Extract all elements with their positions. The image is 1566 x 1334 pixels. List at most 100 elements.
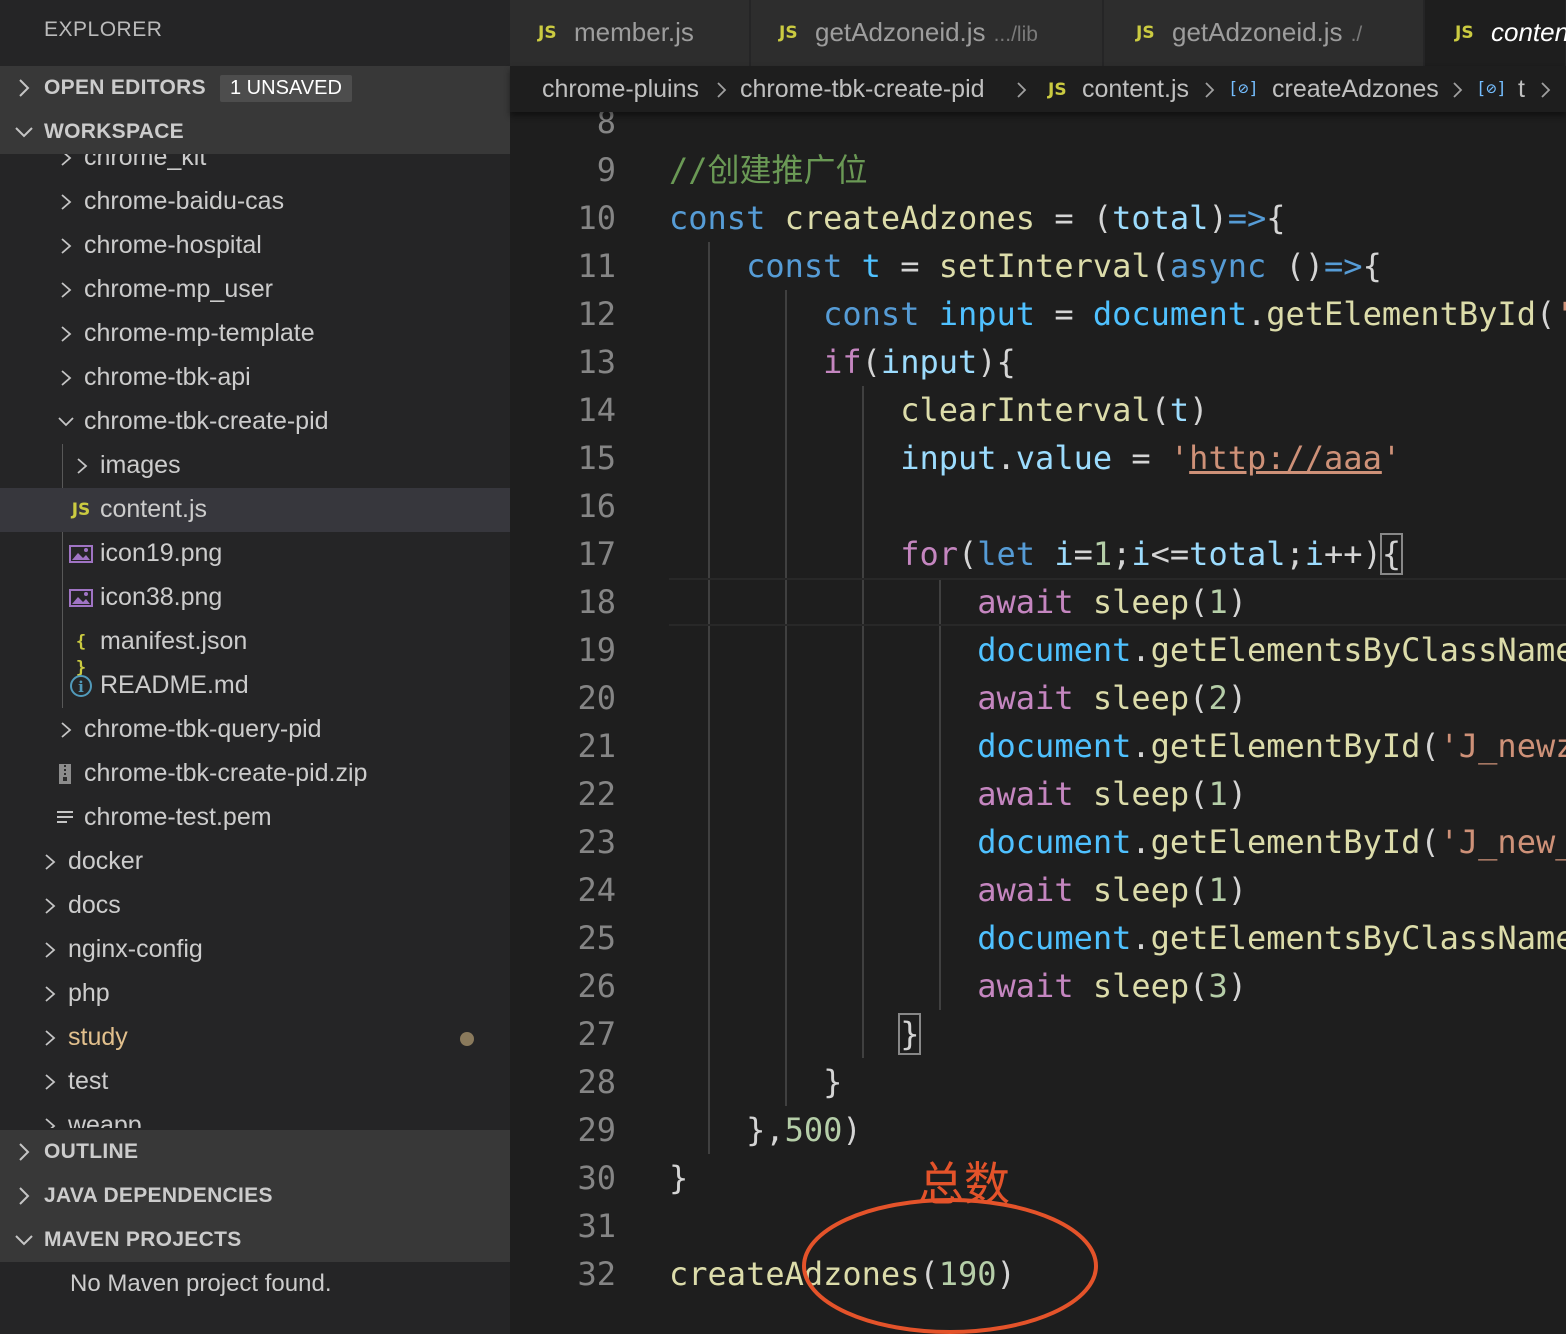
tree-file-manifest-json[interactable]: { } manifest.json (0, 620, 510, 678)
code-line[interactable]: const t = setInterval(async ()=>{ (669, 242, 1382, 290)
code-line[interactable]: document.getElementById('J_newz (669, 722, 1566, 770)
code-line[interactable]: document.getElementsByClassName (669, 914, 1566, 962)
code-line[interactable]: await sleep(3) (669, 962, 1247, 1010)
code-line[interactable]: await sleep(1) (669, 866, 1247, 914)
tree-file-readme-md[interactable]: i README.md (0, 664, 510, 708)
maven-projects-section-header[interactable]: MAVEN PROJECTS (0, 1218, 510, 1262)
code-line[interactable]: const createAdzones = (total)=>{ (669, 194, 1286, 242)
tree-folder-chrome-mp-template[interactable]: chrome-mp-template (0, 312, 510, 356)
code-token: ) (1227, 967, 1247, 1005)
tree-file-icon19-png[interactable]: icon19.png (0, 532, 510, 576)
tree-file-icon38-png[interactable]: icon38.png (0, 576, 510, 620)
code-token: ( (1189, 775, 1209, 813)
code-token: 1 (1092, 535, 1113, 573)
symbol-variable-icon: [⊘] (1476, 79, 1507, 99)
tree-folder-chrome-mp-user[interactable]: chrome-mp_user (0, 268, 510, 312)
code-token: ; (1285, 535, 1305, 573)
code-line[interactable]: await sleep(1) (669, 578, 1247, 626)
code-token: getElementById (1150, 823, 1421, 861)
code-line[interactable]: },500) (669, 1106, 862, 1154)
tab-getadzoneid-local[interactable]: JS getAdzoneid.js ./ (1104, 0, 1424, 66)
line-number: 22 (577, 775, 616, 813)
tree-folder-php[interactable]: php (0, 972, 510, 1016)
tree-folder-chrome-tbk-create-pid[interactable]: chrome-tbk-create-pid (0, 400, 510, 444)
code-token: 2 (1208, 679, 1228, 717)
breadcrumb-item[interactable]: chrome-tbk-create-pid (740, 75, 985, 104)
tree-folder-chrome-baidu-cas[interactable]: chrome-baidu-cas (0, 180, 510, 224)
line-number: 29 (577, 1111, 616, 1149)
tab-member-js[interactable]: JS member.js (510, 0, 750, 66)
tree-folder-chrome-hospital[interactable]: chrome-hospital (0, 224, 510, 268)
tree-item-label: icon38.png (100, 583, 223, 611)
line-number: 10 (577, 199, 616, 237)
code-line[interactable]: } (669, 1010, 922, 1058)
line-number: 16 (577, 487, 616, 525)
breadcrumb-item[interactable]: t (1518, 75, 1525, 104)
chevron-right-icon (45, 986, 56, 1002)
code-line[interactable]: const input = document.getElementById(' (669, 290, 1566, 338)
chevron-right-icon (77, 458, 88, 474)
code-token: ) (1227, 679, 1247, 717)
tab-content-js[interactable]: JS content.js (1425, 0, 1566, 66)
zip-file-icon (52, 761, 78, 787)
workspace-label: WORKSPACE (44, 120, 184, 143)
tree-item-label: chrome_kit (84, 154, 207, 171)
code-line[interactable]: for(let i=1;i<=total;i++){ (669, 530, 1404, 578)
code-token: ( (957, 535, 978, 573)
tree-file-chrome-test-pem[interactable]: chrome-test.pem (0, 796, 510, 840)
maven-projects-label: MAVEN PROJECTS (44, 1228, 242, 1251)
code-line[interactable]: if(input){ (669, 338, 1016, 386)
code-token: 1 (1208, 871, 1228, 909)
tree-file-chrome-tbk-create-pid-zip[interactable]: chrome-tbk-create-pid.zip (0, 752, 510, 796)
tab-getadzoneid-lib[interactable]: JS getAdzoneid.js .../lib (751, 0, 1103, 66)
code-line[interactable]: document.getElementsByClassName (669, 626, 1566, 674)
tree-item-label: chrome-baidu-cas (84, 187, 285, 215)
breadcrumb-item[interactable]: content.js (1082, 75, 1189, 104)
workspace-section-header[interactable]: WORKSPACE (0, 110, 510, 154)
tree-folder-test[interactable]: test (0, 1060, 510, 1104)
java-dependencies-section-header[interactable]: JAVA DEPENDENCIES (0, 1174, 510, 1218)
code-token: 1 (1208, 775, 1228, 813)
tree-file-content-js[interactable]: JS content.js (0, 488, 510, 532)
chevron-right-icon (45, 854, 56, 870)
tree-folder-nginx-config[interactable]: nginx-config (0, 928, 510, 972)
code-line[interactable]: await sleep(2) (669, 674, 1247, 722)
open-editors-section-header[interactable]: OPEN EDITORS 1 UNSAVED (0, 66, 510, 110)
code-token: ) (1208, 199, 1228, 237)
code-line[interactable]: document.getElementById('J_new_ (669, 818, 1566, 866)
code-token: await (977, 871, 1093, 909)
tree-folder-docs[interactable]: docs (0, 884, 510, 928)
code-token: const (669, 199, 785, 237)
breadcrumb-item[interactable]: createAdzones (1272, 75, 1439, 104)
code-line[interactable]: await sleep(1) (669, 770, 1247, 818)
code-token: getElementsByClassName (1150, 919, 1566, 957)
tree-folder-weapp[interactable]: weapp (0, 1104, 510, 1128)
tree-folder-study[interactable]: study (0, 1016, 510, 1060)
tree-folder-chrome-kit[interactable]: chrome_kit (0, 154, 510, 180)
code-line[interactable]: } (669, 1058, 842, 1106)
annotation-ellipse (802, 1198, 1098, 1334)
tree-folder-chrome-tbk-query-pid[interactable]: chrome-tbk-query-pid (0, 708, 510, 752)
tree-folder-images[interactable]: images (0, 444, 510, 488)
code-editor[interactable]: 8 9//创建推广位 10 const createAdzones = (total)… (510, 112, 1566, 1334)
line-number: 24 (577, 871, 616, 909)
code-token: http://aaa (1189, 439, 1382, 477)
code-line[interactable]: //创建推广位 (669, 146, 868, 194)
code-token: ) (1189, 391, 1209, 429)
tree-folder-chrome-tbk-api[interactable]: chrome-tbk-api (0, 356, 510, 400)
breadcrumb-item[interactable]: chrome-pluins (542, 75, 699, 104)
line-number: 25 (577, 919, 616, 957)
code-line[interactable]: } (669, 1154, 688, 1202)
java-dependencies-label: JAVA DEPENDENCIES (44, 1184, 273, 1207)
tree-folder-docker[interactable]: docker (0, 840, 510, 884)
code-line[interactable]: clearInterval(t) (669, 386, 1208, 434)
code-line[interactable]: input.value = 'http://aaa' (669, 434, 1401, 482)
code-token: total (1189, 535, 1286, 573)
modified-dot-icon (460, 1032, 474, 1046)
outline-section-header[interactable]: OUTLINE (0, 1130, 510, 1174)
